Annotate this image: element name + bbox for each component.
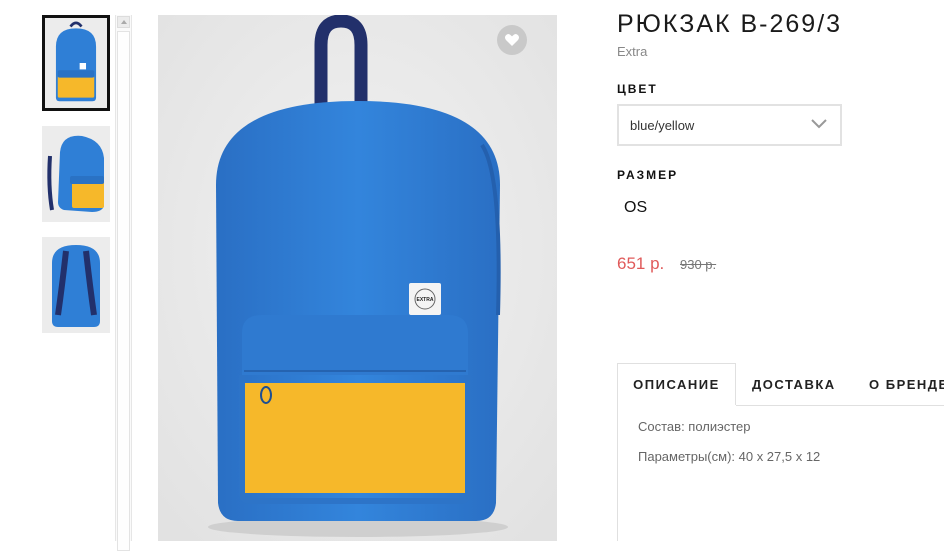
color-select[interactable]: blue/yellow (617, 104, 842, 146)
color-label: ЦВЕТ (617, 82, 658, 96)
tab-delivery[interactable]: ДОСТАВКА (752, 363, 836, 405)
tab-description[interactable]: ОПИСАНИЕ (617, 363, 736, 405)
scrollbar-thumb[interactable] (117, 31, 130, 551)
scroll-up-arrow-icon[interactable] (117, 16, 130, 28)
description-params: Параметры(см): 40 х 27,5 х 12 (638, 449, 821, 464)
backpack-front-thumbnail-image (45, 19, 107, 107)
tab-about-brand[interactable]: О БРЕНДЕ (869, 363, 944, 405)
description-composition: Состав: полиэстер (638, 419, 751, 434)
size-option[interactable]: OS (624, 199, 647, 217)
thumbnail-back[interactable] (42, 237, 110, 333)
color-select-value: blue/yellow (630, 118, 695, 133)
product-main-image: EXTRA (158, 15, 557, 541)
brand-patch-text: EXTRA (417, 297, 434, 303)
backpack-main-photo: EXTRA (158, 15, 557, 541)
backpack-back-thumbnail-image (42, 237, 110, 333)
thumbnail-side[interactable] (42, 126, 110, 222)
chevron-down-icon (811, 119, 827, 129)
product-title: РЮКЗАК B-269/3 (617, 10, 843, 38)
product-tabs: ОПИСАНИЕ ДОСТАВКА О БРЕНДЕ (617, 363, 944, 405)
heart-icon (504, 34, 520, 46)
current-price: 651 р. (617, 254, 665, 273)
size-label: РАЗМЕР (617, 168, 679, 182)
thumbnail-front[interactable] (42, 15, 110, 111)
thumbnail-scrollbar[interactable] (115, 15, 132, 551)
old-price: 930 р. (680, 257, 717, 272)
backpack-side-thumbnail-image (42, 126, 110, 222)
favorite-button[interactable] (497, 25, 527, 55)
brand-link[interactable]: Extra (617, 44, 647, 59)
